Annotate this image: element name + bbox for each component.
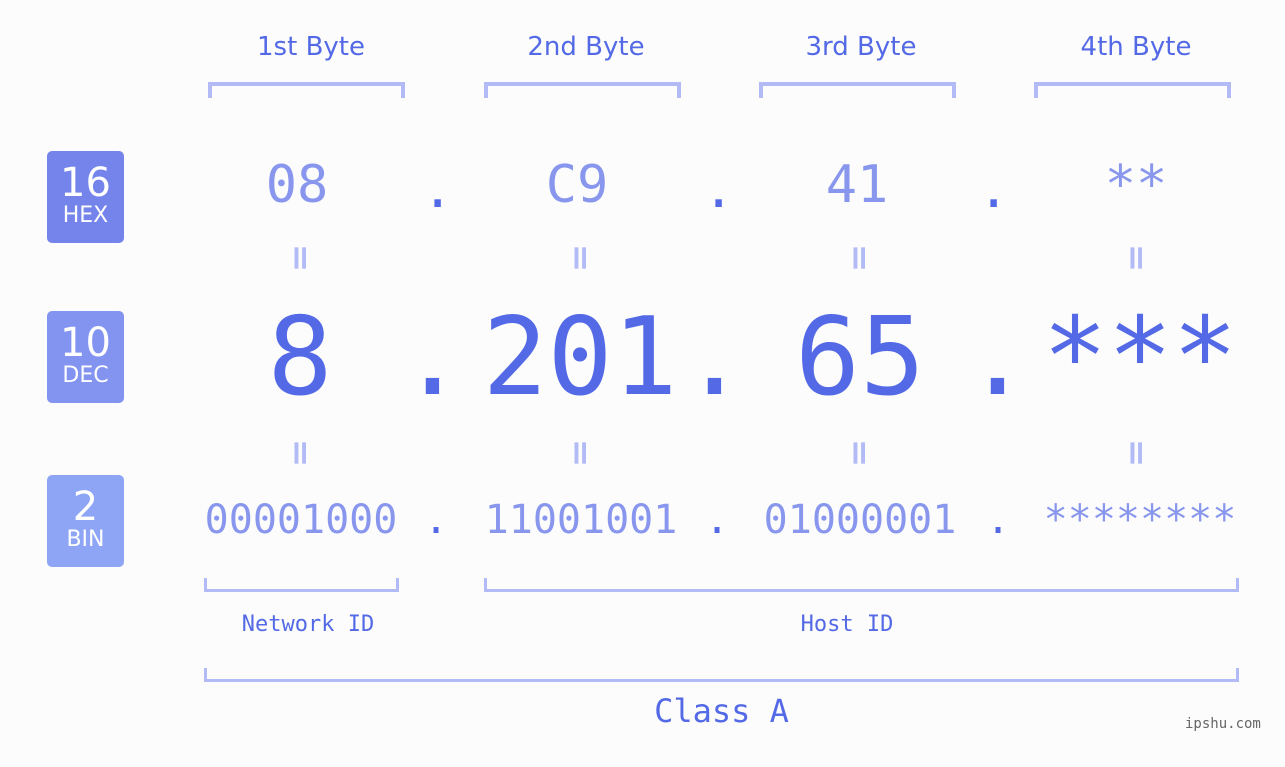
equals-icon: = bbox=[839, 243, 879, 273]
hex-byte-1: 08 bbox=[265, 155, 329, 215]
dec-byte-4: *** bbox=[1042, 295, 1238, 420]
hex-byte-2: C9 bbox=[545, 155, 609, 215]
byte-1-bracket bbox=[208, 82, 405, 98]
equals-icon: = bbox=[1116, 438, 1156, 468]
dec-byte-3: 65 bbox=[794, 295, 926, 420]
network-id-label: Network ID bbox=[241, 612, 375, 637]
byte-3-bracket bbox=[759, 82, 956, 98]
byte-header-3: 3rd Byte bbox=[805, 32, 917, 62]
bin-base-number: 2 bbox=[72, 484, 99, 530]
hex-base-number: 16 bbox=[60, 160, 111, 206]
byte-header-4: 4th Byte bbox=[1080, 32, 1192, 62]
bin-byte-3: 01000001 bbox=[763, 497, 957, 543]
hex-separator-1: . bbox=[422, 160, 454, 220]
bin-byte-4: ******** bbox=[1043, 497, 1237, 543]
hex-separator-3: . bbox=[978, 160, 1010, 220]
equals-icon: = bbox=[1116, 243, 1156, 273]
bin-separator-2: . bbox=[705, 497, 730, 543]
dec-base-label: DEC bbox=[62, 363, 109, 388]
bin-badge: 2 BIN bbox=[47, 475, 124, 567]
dec-separator-1: . bbox=[400, 295, 466, 420]
bin-byte-2: 11001001 bbox=[484, 497, 678, 543]
equals-icon: = bbox=[280, 243, 320, 273]
byte-2-bracket bbox=[484, 82, 681, 98]
watermark: ipshu.com bbox=[1185, 716, 1261, 732]
class-label: Class A bbox=[654, 692, 789, 730]
hex-separator-2: . bbox=[703, 160, 735, 220]
dec-badge: 10 DEC bbox=[47, 311, 124, 403]
equals-icon: = bbox=[560, 438, 600, 468]
hex-badge: 16 HEX bbox=[47, 151, 124, 243]
byte-4-bracket bbox=[1034, 82, 1231, 98]
bin-separator-3: . bbox=[986, 497, 1011, 543]
host-id-label: Host ID bbox=[800, 612, 894, 637]
hex-base-label: HEX bbox=[62, 203, 109, 228]
hex-byte-3: 41 bbox=[825, 155, 889, 215]
bin-byte-1: 00001000 bbox=[204, 497, 398, 543]
bin-base-label: BIN bbox=[66, 527, 105, 552]
class-bracket bbox=[204, 668, 1239, 682]
equals-icon: = bbox=[560, 243, 600, 273]
host-id-bracket bbox=[484, 578, 1239, 592]
network-id-bracket bbox=[204, 578, 399, 592]
dec-base-number: 10 bbox=[60, 320, 111, 366]
byte-header-1: 1st Byte bbox=[257, 32, 365, 62]
bin-separator-1: . bbox=[424, 497, 449, 543]
equals-icon: = bbox=[839, 438, 879, 468]
dec-byte-2: 201 bbox=[482, 295, 678, 420]
equals-icon: = bbox=[280, 438, 320, 468]
dec-separator-2: . bbox=[682, 295, 748, 420]
byte-header-2: 2nd Byte bbox=[527, 32, 645, 62]
dec-separator-3: . bbox=[965, 295, 1031, 420]
dec-byte-1: 8 bbox=[267, 295, 333, 420]
hex-byte-4: ** bbox=[1104, 155, 1168, 215]
